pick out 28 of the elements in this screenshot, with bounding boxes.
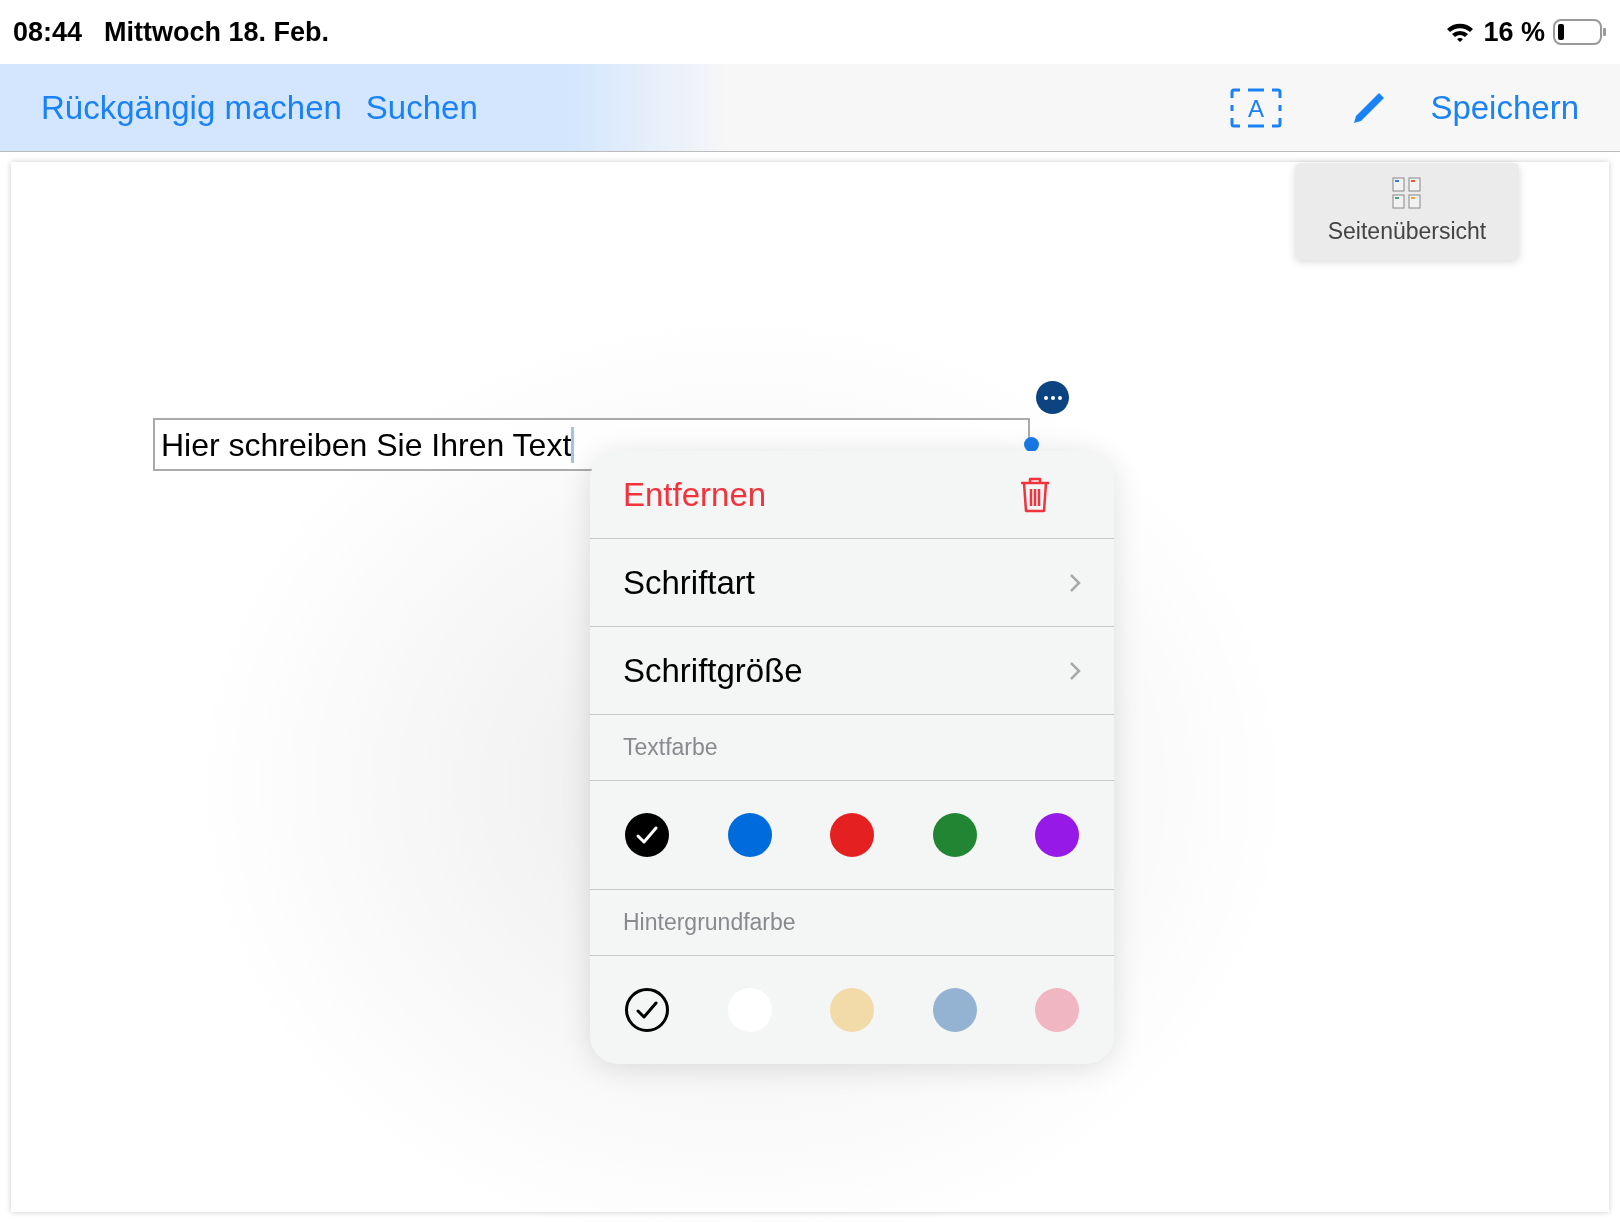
chevron-right-icon xyxy=(1069,572,1081,593)
section-header: Hintergrundfarbe xyxy=(623,908,796,938)
wifi-icon xyxy=(1445,21,1476,43)
color-swatch[interactable] xyxy=(830,988,874,1032)
battery-percentage: 16 % xyxy=(1483,15,1545,49)
page-overview-button[interactable]: Seitenübersicht xyxy=(1295,163,1519,260)
save-button[interactable]: Speichern xyxy=(1430,82,1579,133)
color-swatch[interactable] xyxy=(1035,813,1079,857)
menu-item[interactable]: Schriftgröße xyxy=(590,627,1114,715)
color-swatch[interactable] xyxy=(830,813,874,857)
battery-icon xyxy=(1553,19,1607,45)
chevron-right-icon xyxy=(1069,660,1081,681)
color-swatch[interactable] xyxy=(932,988,977,1032)
no-color-swatch[interactable] xyxy=(625,988,669,1032)
status-time: 08:44 xyxy=(13,15,83,49)
more-options-button[interactable] xyxy=(1036,381,1069,414)
color-swatch[interactable] xyxy=(727,813,772,857)
trash-icon xyxy=(1019,475,1051,514)
pages-icon xyxy=(1391,175,1423,210)
toolbar-button[interactable]: Rückgängig machen xyxy=(41,82,342,133)
menu-item[interactable]: Schriftart xyxy=(590,539,1114,627)
color-swatch[interactable] xyxy=(932,813,977,857)
toolbar-button[interactable]: Suchen xyxy=(365,82,478,133)
color-swatch[interactable] xyxy=(1035,988,1079,1032)
status-date: Mittwoch 18. Feb. xyxy=(104,15,330,49)
section-header: Textfarbe xyxy=(623,733,718,763)
remove-menu-item[interactable]: Entfernen xyxy=(590,451,1114,539)
color-swatch[interactable] xyxy=(625,813,669,857)
